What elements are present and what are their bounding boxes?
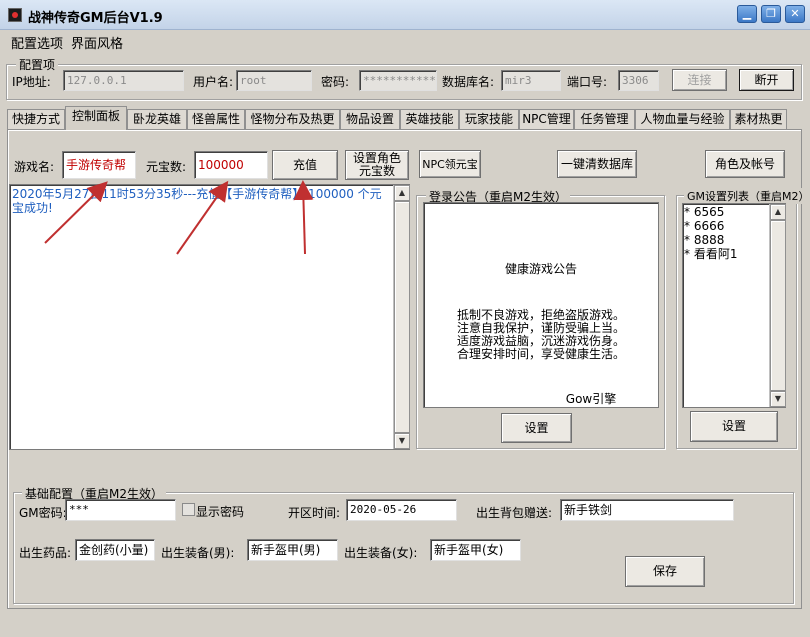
tab-shortcuts[interactable]: 快捷方式 bbox=[7, 109, 65, 129]
ingot-label: 元宝数: bbox=[146, 160, 187, 174]
tab-wolong-hero[interactable]: 卧龙英雄 bbox=[127, 109, 187, 129]
log-scrollbar[interactable]: ▲ ▼ bbox=[393, 185, 410, 449]
clear-database-button[interactable]: 一键清数据库 bbox=[557, 150, 637, 178]
menu-ui-style[interactable]: 界面风格 bbox=[71, 33, 123, 52]
gm-password-input[interactable]: *** bbox=[65, 499, 176, 521]
gm-list-title: GM设置列表（重启M2） bbox=[684, 188, 810, 204]
recharge-button[interactable]: 充值 bbox=[272, 150, 338, 180]
scroll-thumb[interactable] bbox=[770, 220, 786, 391]
tab-monster-distribution[interactable]: 怪物分布及热更 bbox=[245, 109, 340, 129]
ingot-input[interactable]: 100000 bbox=[194, 151, 268, 179]
scroll-up-icon[interactable]: ▲ bbox=[394, 185, 410, 201]
equip-female-label: 出生装备(女): bbox=[344, 546, 418, 560]
disconnect-button[interactable]: 断开 bbox=[739, 69, 794, 91]
gm-list-item[interactable]: * 8888 bbox=[684, 233, 724, 247]
minimize-button[interactable]: ▁ bbox=[737, 5, 757, 23]
tab-npc-management[interactable]: NPC管理 bbox=[519, 109, 574, 129]
tab-hero-skills[interactable]: 英雄技能 bbox=[400, 109, 459, 129]
login-notice-set-button[interactable]: 设置 bbox=[501, 413, 572, 443]
role-account-button[interactable]: 角色及帐号 bbox=[705, 150, 785, 178]
tab-player-skills[interactable]: 玩家技能 bbox=[459, 109, 519, 129]
close-button[interactable]: ✕ bbox=[785, 5, 805, 23]
password-label: 密码: bbox=[321, 75, 350, 89]
port-input[interactable]: 3306 bbox=[618, 70, 659, 91]
gm-password-label: GM密码: bbox=[19, 506, 67, 520]
npc-ingot-button[interactable]: NPC领元宝 bbox=[419, 150, 481, 178]
notice-heading: 健康游戏公告 bbox=[504, 262, 577, 276]
login-notice-textbox[interactable]: 健康游戏公告 抵制不良游戏，拒绝盗版游戏。 注意自我保护，谨防受骗上当。 适度游… bbox=[423, 202, 659, 408]
window-title: 战神传奇GM后台V1.9 bbox=[28, 11, 163, 26]
gm-list-scrollbar[interactable]: ▲ ▼ bbox=[769, 204, 786, 407]
user-input[interactable]: root bbox=[236, 70, 312, 91]
tab-item-settings[interactable]: 物品设置 bbox=[340, 109, 400, 129]
bag-gift-input[interactable]: 新手铁剑 bbox=[560, 499, 734, 521]
gm-list-item[interactable]: * 6666 bbox=[684, 219, 724, 233]
title-bar: 战神传奇GM后台V1.9 ▁ ❐ ✕ bbox=[0, 0, 810, 30]
game-name-label: 游戏名: bbox=[14, 160, 55, 174]
menu-config-options[interactable]: 配置选项 bbox=[11, 33, 63, 52]
game-name-input[interactable]: 手游传奇帮 bbox=[62, 151, 136, 179]
equip-male-input[interactable]: 新手盔甲(男) bbox=[247, 539, 338, 561]
bag-gift-label: 出生背包赠送: bbox=[476, 506, 553, 520]
port-label: 端口号: bbox=[567, 75, 608, 89]
equip-male-label: 出生装备(男): bbox=[161, 546, 235, 560]
show-password-checkbox[interactable] bbox=[182, 503, 195, 516]
set-role-ingot-button[interactable]: 设置角色元宝数 bbox=[345, 150, 409, 180]
tab-asset-hotupdate[interactable]: 素材热更 bbox=[730, 109, 787, 129]
open-time-label: 开区时间: bbox=[288, 506, 341, 520]
password-input[interactable]: ************ bbox=[359, 70, 437, 91]
connect-button[interactable]: 连接 bbox=[672, 69, 727, 91]
tab-quest-management[interactable]: 任务管理 bbox=[574, 109, 635, 129]
scroll-thumb[interactable] bbox=[394, 201, 410, 433]
notice-line: 合理安排时间，享受健康生活。 bbox=[456, 347, 625, 361]
gm-list-item[interactable]: * 看看阿1 bbox=[684, 247, 737, 261]
show-password-label: 显示密码 bbox=[196, 505, 245, 519]
app-icon bbox=[8, 8, 22, 22]
scroll-up-icon[interactable]: ▲ bbox=[770, 204, 786, 220]
scroll-down-icon[interactable]: ▼ bbox=[770, 391, 786, 407]
ip-input[interactable]: 127.0.0.1 bbox=[63, 70, 184, 91]
medicine-label: 出生药品: bbox=[19, 546, 72, 560]
user-label: 用户名: bbox=[193, 75, 234, 89]
db-input[interactable]: mir3 bbox=[501, 70, 561, 91]
scroll-down-icon[interactable]: ▼ bbox=[394, 433, 410, 449]
gm-list-set-button[interactable]: 设置 bbox=[690, 411, 778, 442]
db-label: 数据库名: bbox=[442, 75, 495, 89]
notice-footer: Gow引擎 bbox=[565, 392, 617, 406]
menu-bar: 配置选项 界面风格 bbox=[0, 30, 810, 52]
ip-label: IP地址: bbox=[12, 75, 51, 89]
save-button[interactable]: 保存 bbox=[625, 556, 705, 587]
log-text: 2020年5月27日11时53分35秒---充值【手游传奇帮】 100000 个… bbox=[12, 187, 382, 215]
tab-hp-exp[interactable]: 人物血量与经验 bbox=[635, 109, 730, 129]
tab-monster-attrs[interactable]: 怪兽属性 bbox=[187, 109, 245, 129]
gm-list-box[interactable]: * 6565 * 6666 * 8888 * 看看阿1 ▲ ▼ bbox=[682, 203, 786, 408]
config-group-title: 配置项 bbox=[16, 56, 59, 73]
equip-female-input[interactable]: 新手盔甲(女) bbox=[430, 539, 521, 561]
restore-button[interactable]: ❐ bbox=[761, 5, 781, 23]
open-time-input[interactable]: 2020-05-26 bbox=[346, 499, 457, 521]
tab-control-panel[interactable]: 控制面板 bbox=[65, 106, 127, 130]
gm-list-item[interactable]: * 6565 bbox=[684, 205, 724, 219]
medicine-input[interactable]: 金创药(小量) bbox=[75, 539, 155, 561]
log-textbox[interactable]: 2020年5月27日11时53分35秒---充值【手游传奇帮】 100000 个… bbox=[9, 184, 410, 450]
